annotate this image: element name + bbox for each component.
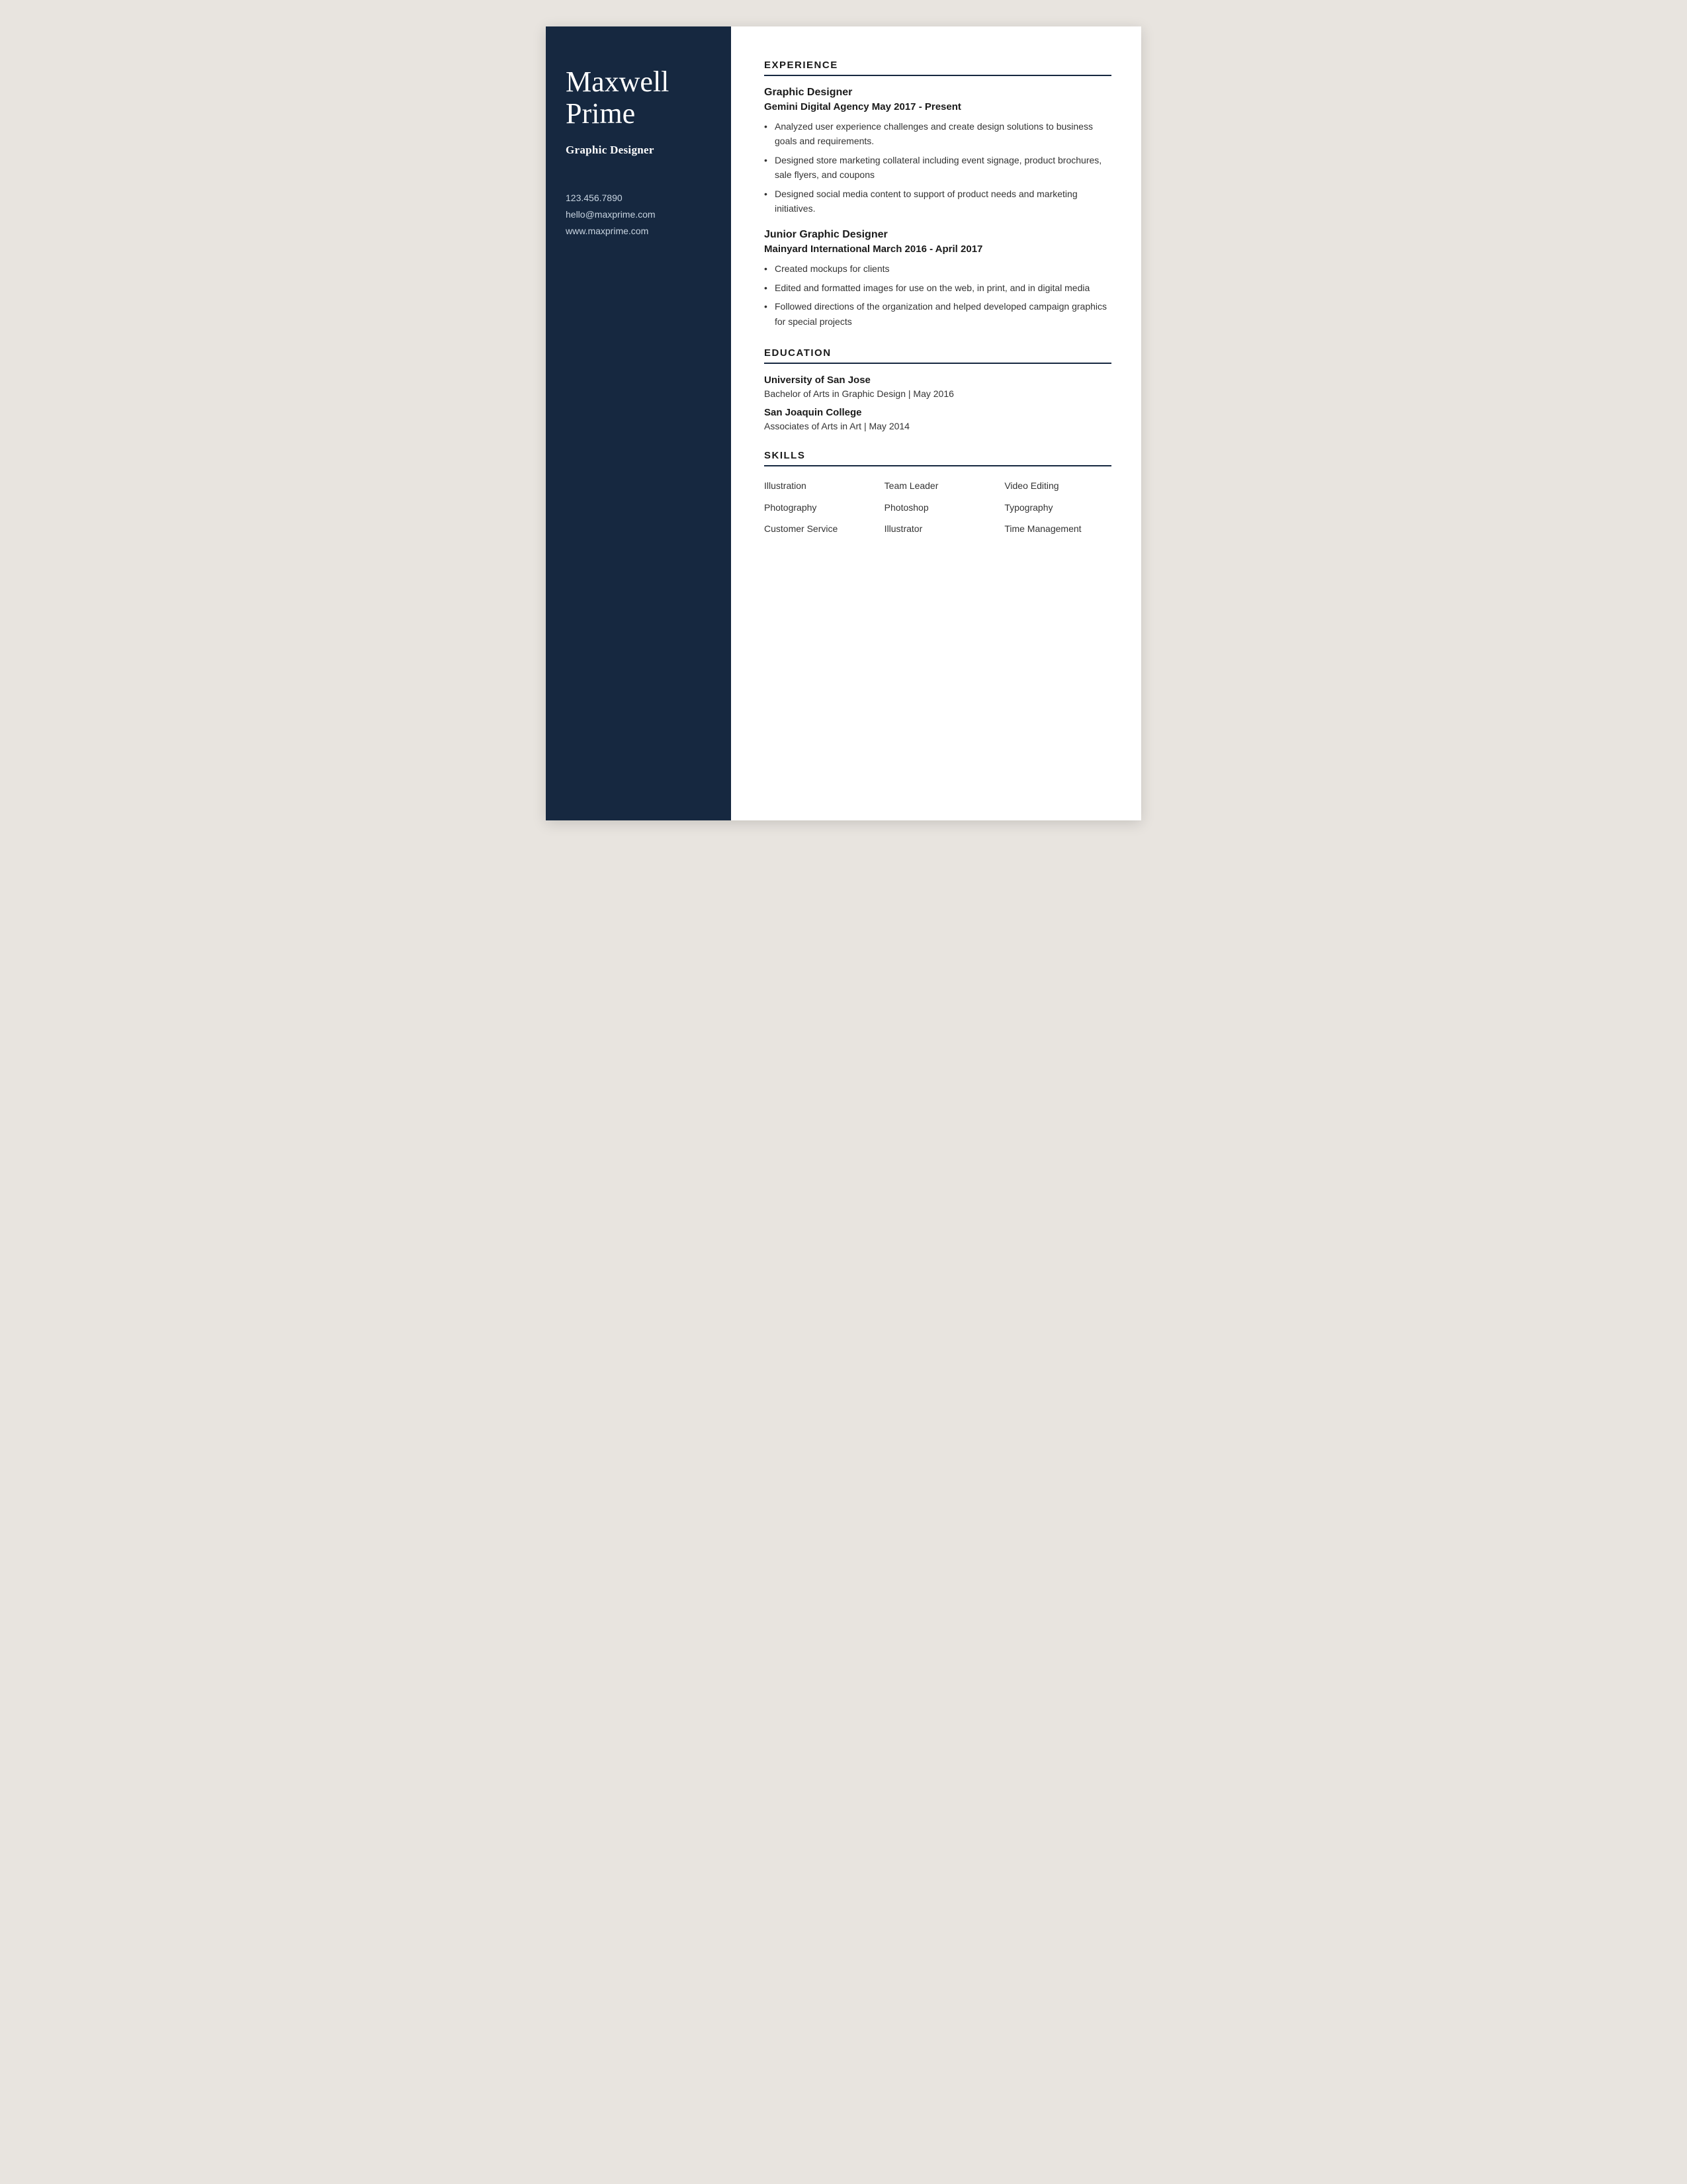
school-2-name: San Joaquin College	[764, 407, 1111, 418]
first-name: Maxwell	[566, 66, 669, 98]
email-address: hello@maxprime.com	[566, 206, 711, 223]
job-1-company-date: Gemini Digital Agency May 2017 - Present	[764, 101, 1111, 112]
job-2-bullet-3: Followed directions of the organization …	[764, 299, 1111, 329]
skills-grid: Illustration Team Leader Video Editing P…	[764, 477, 1111, 538]
phone-number: 123.456.7890	[566, 190, 711, 206]
skill-illustration: Illustration	[764, 477, 871, 495]
job-1: Graphic Designer Gemini Digital Agency M…	[764, 87, 1111, 216]
website-url: www.maxprime.com	[566, 223, 711, 240]
job-2-bullet-2: Edited and formatted images for use on t…	[764, 281, 1111, 295]
education-section: EDUCATION University of San Jose Bachelo…	[764, 347, 1111, 431]
skills-section: SKILLS Illustration Team Leader Video Ed…	[764, 450, 1111, 538]
skills-section-title: SKILLS	[764, 450, 1111, 466]
job-2-title: Junior Graphic Designer	[764, 229, 1111, 241]
school-1-degree: Bachelor of Arts in Graphic Design | May…	[764, 388, 1111, 399]
skill-typography: Typography	[1004, 499, 1111, 517]
job-2: Junior Graphic Designer Mainyard Interna…	[764, 229, 1111, 329]
job-1-bullet-3: Designed social media content to support…	[764, 187, 1111, 216]
school-2-degree: Associates of Arts in Art | May 2014	[764, 421, 1111, 431]
skill-time-management: Time Management	[1004, 520, 1111, 538]
job-1-bullets: Analyzed user experience challenges and …	[764, 119, 1111, 216]
job-2-bullets: Created mockups for clients Edited and f…	[764, 261, 1111, 329]
skill-illustrator: Illustrator	[885, 520, 992, 538]
job-1-bullet-2: Designed store marketing collateral incl…	[764, 153, 1111, 183]
skill-photography: Photography	[764, 499, 871, 517]
skill-team-leader: Team Leader	[885, 477, 992, 495]
last-name: Prime	[566, 97, 635, 130]
job-1-title: Graphic Designer	[764, 87, 1111, 99]
skill-video-editing: Video Editing	[1004, 477, 1111, 495]
candidate-name: Maxwell Prime	[566, 66, 711, 130]
school-1-name: University of San Jose	[764, 374, 1111, 386]
resume-container: Maxwell Prime Graphic Designer 123.456.7…	[546, 26, 1141, 820]
experience-section: EXPERIENCE Graphic Designer Gemini Digit…	[764, 60, 1111, 329]
edu-2: San Joaquin College Associates of Arts i…	[764, 407, 1111, 431]
candidate-title: Graphic Designer	[566, 144, 711, 157]
main-content: EXPERIENCE Graphic Designer Gemini Digit…	[731, 26, 1141, 820]
education-section-title: EDUCATION	[764, 347, 1111, 364]
experience-section-title: EXPERIENCE	[764, 60, 1111, 76]
skill-customer-service: Customer Service	[764, 520, 871, 538]
job-2-company-date: Mainyard International March 2016 - Apri…	[764, 243, 1111, 255]
job-1-bullet-1: Analyzed user experience challenges and …	[764, 119, 1111, 149]
contact-info: 123.456.7890 hello@maxprime.com www.maxp…	[566, 190, 711, 240]
skill-photoshop: Photoshop	[885, 499, 992, 517]
sidebar: Maxwell Prime Graphic Designer 123.456.7…	[546, 26, 731, 820]
edu-1: University of San Jose Bachelor of Arts …	[764, 374, 1111, 399]
job-2-bullet-1: Created mockups for clients	[764, 261, 1111, 276]
